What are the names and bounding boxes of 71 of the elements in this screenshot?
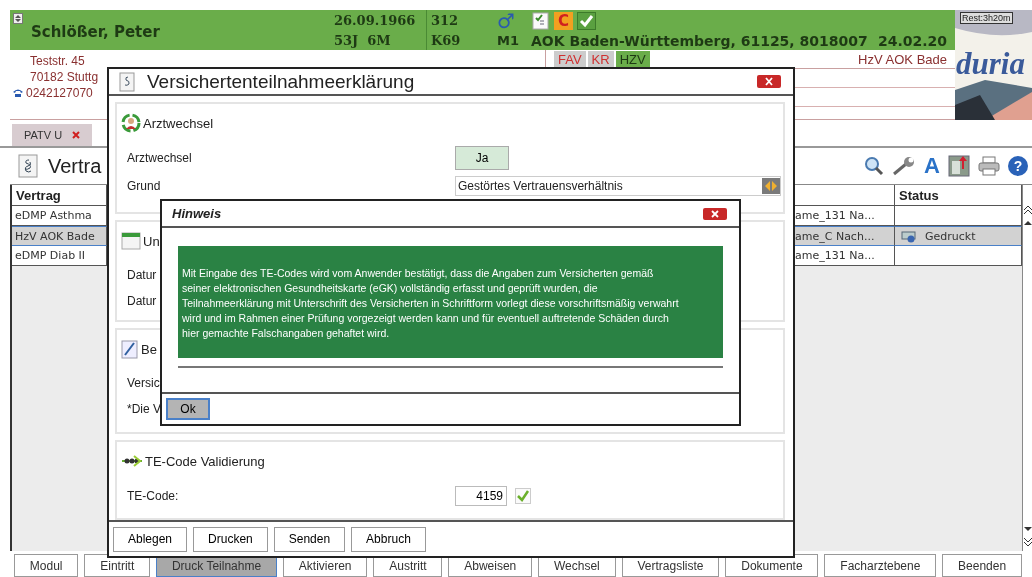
page-title: Vertra (48, 154, 102, 178)
font-icon[interactable]: A (924, 155, 940, 177)
calendar-icon (121, 232, 141, 251)
contract-icon (18, 154, 38, 178)
phone-number: 0242127070 (26, 86, 93, 100)
patient-group: M1 (497, 33, 531, 49)
timer-badge: Rest:3h20m (960, 12, 1013, 24)
field-label: *Die V (127, 401, 161, 419)
patient-age: 53J 6M (334, 32, 392, 48)
scroll-down-icon[interactable] (1023, 525, 1032, 533)
column-header: Status (895, 185, 1022, 206)
close-icon[interactable] (72, 131, 81, 139)
document-icon[interactable] (531, 11, 550, 30)
module-button[interactable]: Modul (14, 554, 79, 577)
close-icon[interactable] (757, 75, 781, 88)
expand-icon[interactable] (13, 13, 23, 24)
dialog-button[interactable]: Drucken (193, 526, 268, 552)
section-title: Un (143, 233, 160, 249)
notepad-icon (121, 339, 139, 360)
dropdown-icon[interactable] (762, 178, 780, 195)
dialog-title: Versichertenteilnahmeerklärung (147, 70, 415, 93)
field-label: TE-Code: (127, 489, 180, 504)
header-date: 24.02.20 (877, 32, 947, 49)
ok-button[interactable]: Ok (166, 398, 210, 420)
scroll-bottom-icon[interactable] (1023, 537, 1032, 547)
table-cell: ame_C Nach... (792, 226, 895, 246)
program-tag[interactable]: HZV (615, 50, 650, 68)
dialog-title: Hinweis (172, 206, 222, 221)
close-icon[interactable] (703, 207, 727, 220)
doctor-icon (121, 113, 141, 134)
patient-code: K69 (431, 32, 462, 48)
city-address: 70182 Stuttg (30, 70, 99, 84)
field-label: Arztwechsel (127, 151, 193, 166)
field-label: Datur (127, 267, 157, 285)
wrench-icon[interactable] (892, 156, 917, 176)
brand-logo: duria (956, 46, 1025, 82)
field-label: Grund (127, 179, 162, 194)
section-title: Arztwechsel (143, 115, 214, 131)
dialog-button[interactable]: Ablegen (113, 526, 188, 552)
section-title: TE-Code Validierung (145, 453, 265, 469)
scroll-up-icon[interactable] (1023, 219, 1032, 227)
dialog-button[interactable]: Abbruch (351, 526, 426, 552)
gender-symbol: ♂ (497, 11, 516, 30)
hint-message: Mit Eingabe des TE-Codes wird vom Anwender bestätigt, dass die Angaben zum Versicherten gemäß seiner elektronischen Gesundheitskarte (eGK) vollständig erfasst und geprüft wurden, die Teilnahmeerklärung mit Unterschrift des Versicherten in Schriftform vorlegt diese vorschriftsmäßig verwahrt wird und im Rahmen einer Prüfung vorgezeigt werden kann und für eventuell auftretende Schäden durch hier gemachte Falschangaben gehaftet wird. (178, 246, 723, 358)
reason-dropdown[interactable]: Gestörtes Vertrauensverhältnis (455, 176, 781, 197)
export-icon[interactable] (948, 155, 970, 177)
module-button[interactable]: Facharztebene (824, 554, 937, 577)
patient-code: 312 (431, 12, 460, 28)
section-title: Be (141, 341, 157, 357)
patient-tab[interactable]: PATV U (12, 124, 93, 146)
contract-note: HzV AOK Bade (858, 51, 947, 67)
phone-icon (12, 88, 24, 98)
toggle-button[interactable]: Ja (455, 146, 509, 171)
scroll-top-icon[interactable] (1023, 205, 1032, 215)
street-address: Teststr. 45 (30, 54, 85, 68)
field-label: Datur (127, 293, 157, 311)
field-label: Versic (127, 375, 160, 393)
help-icon[interactable]: ? (1008, 156, 1028, 176)
module-button[interactable]: Beenden (942, 554, 1022, 577)
te-code-field[interactable]: 4159 (455, 486, 507, 507)
birth-date: 26.09.1966 (334, 12, 417, 28)
search-icon[interactable] (864, 156, 885, 176)
insurance-info: AOK Baden-Württemberg, 61125, 8018007 (531, 32, 868, 49)
check-icon[interactable] (577, 11, 596, 30)
patient-name: Schlößer, Peter (31, 23, 160, 41)
dialog-button[interactable]: Senden (273, 526, 346, 552)
table-cell[interactable]: HzV AOK Bade (12, 226, 107, 246)
contract-icon (119, 71, 135, 92)
status-text: Gedruckt (925, 229, 976, 243)
scrollbar[interactable] (1022, 185, 1032, 551)
code-icon (121, 453, 143, 470)
